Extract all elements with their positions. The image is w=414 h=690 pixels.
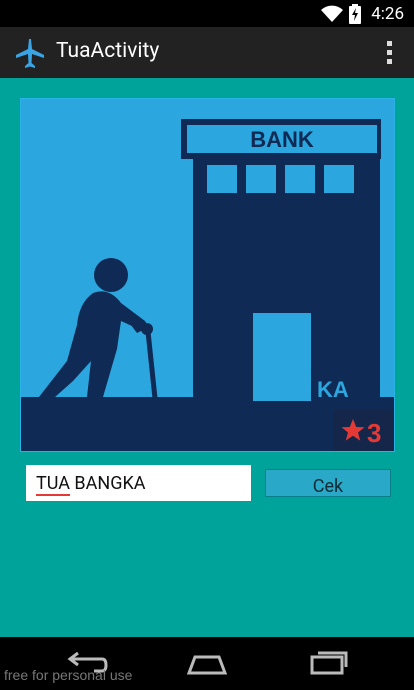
spellcheck-underline [36,493,70,496]
cek-button-label: Cek [312,476,344,497]
answer-text-part2: BANGKA [69,472,146,494]
bank-sign-text: BANK [250,127,314,152]
status-bar: 4:26 [0,0,414,27]
answer-text-part1: TUA [36,472,70,494]
badge-count: 3 [367,418,381,448]
action-bar: TuaActivity [0,27,414,78]
status-time: 4:26 [371,3,404,24]
cek-button[interactable]: Cek [265,469,391,497]
badge-bg [333,410,394,451]
puzzle-image: BANK KA 3 [20,98,395,452]
status-icons: 4:26 [321,0,404,27]
app-title: TuaActivity [56,39,160,63]
home-icon[interactable] [185,647,229,679]
airplane-icon [16,39,44,68]
puzzle-illustration: BANK KA 3 [21,99,394,451]
bank-building [181,119,381,409]
corner-text: KA [317,377,349,402]
wifi-icon [321,5,344,22]
battery-icon [349,3,362,24]
overflow-menu-icon[interactable] [384,39,394,67]
recents-icon[interactable] [306,647,350,679]
answer-input[interactable]: TUA BANGKA [26,465,251,501]
watermark-text: free for personal use [4,667,133,683]
answer-word-underlined: TUA [36,472,70,496]
